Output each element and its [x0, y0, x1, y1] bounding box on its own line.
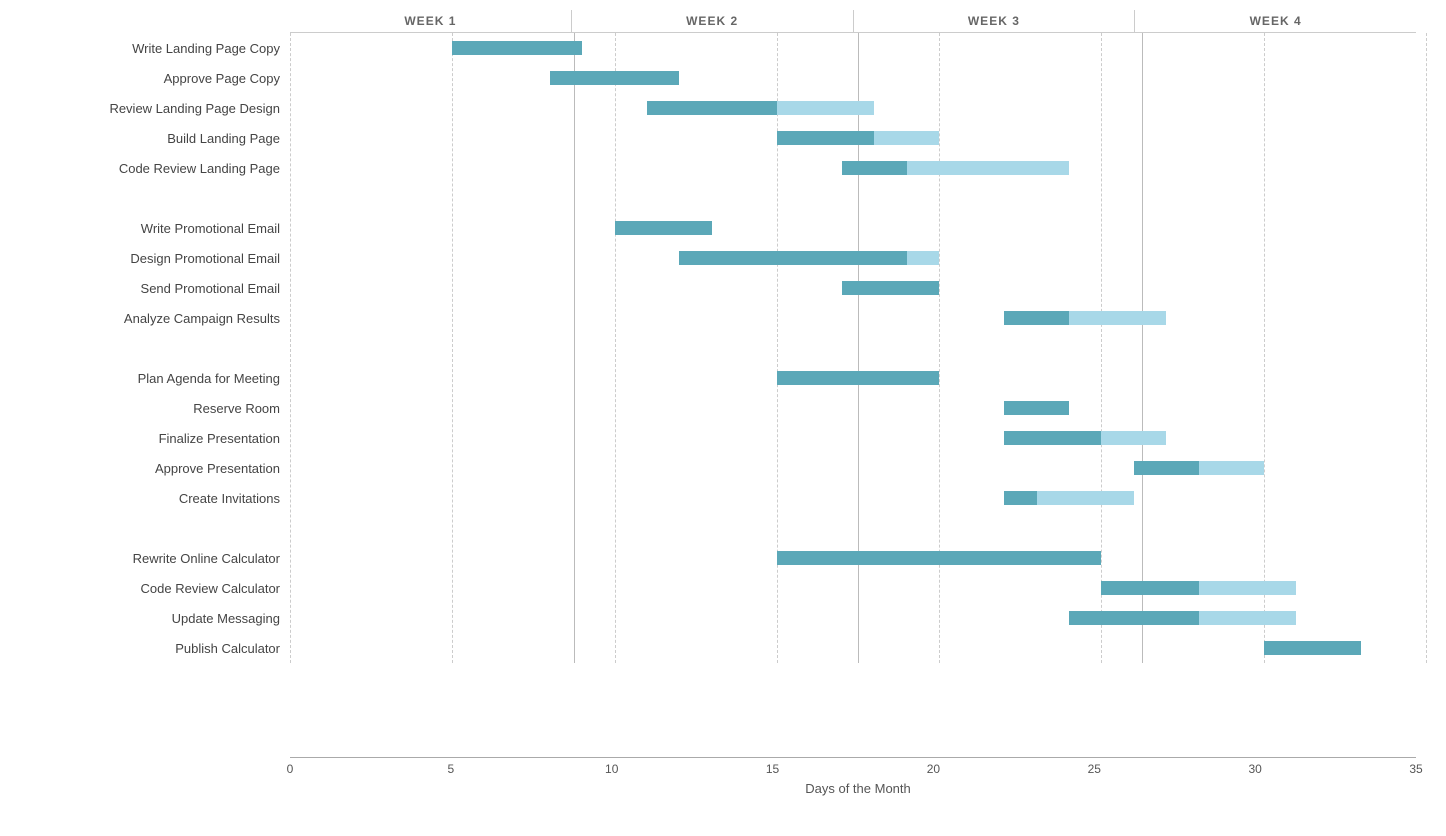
bar-light-segment — [1101, 431, 1166, 445]
spacer-label — [20, 333, 290, 363]
bar-dark-segment — [679, 251, 906, 265]
task-label: Finalize Presentation — [20, 423, 290, 453]
bar-light-segment — [1199, 581, 1296, 595]
bar-dark-segment — [452, 41, 582, 55]
bar-row — [290, 303, 1426, 333]
bar-dark-segment — [777, 551, 1102, 565]
bar-row — [290, 213, 1426, 243]
bar-light-segment — [907, 251, 939, 265]
bar-light-segment — [907, 161, 1069, 175]
bar-row — [290, 393, 1426, 423]
week-header-1: WEEK 1 — [290, 10, 572, 33]
bar-row — [290, 153, 1426, 183]
task-label: Approve Page Copy — [20, 63, 290, 93]
bar-dark-segment — [1069, 611, 1199, 625]
x-tick: 25 — [1088, 762, 1101, 776]
bar-row — [290, 93, 1426, 123]
bar-row — [290, 123, 1426, 153]
bar-dark-segment — [777, 371, 939, 385]
task-labels: Write Landing Page CopyApprove Page Copy… — [20, 33, 290, 663]
week-header-3: WEEK 3 — [854, 10, 1136, 33]
chart-container: WEEK 1 WEEK 2 WEEK 3 WEEK 4 Write Landin… — [0, 0, 1446, 836]
spacer-row — [290, 333, 1426, 363]
bar-row — [290, 63, 1426, 93]
task-label: Analyze Campaign Results — [20, 303, 290, 333]
bar-row — [290, 243, 1426, 273]
bar-dark-segment — [842, 281, 939, 295]
bar-dark-segment — [647, 101, 777, 115]
bar-dark-segment — [1004, 431, 1101, 445]
bar-light-segment — [1199, 611, 1296, 625]
task-label: Review Landing Page Design — [20, 93, 290, 123]
bar-dark-segment — [1004, 401, 1069, 415]
bar-light-segment — [874, 131, 939, 145]
bar-light-segment — [1199, 461, 1264, 475]
bar-dark-segment — [1264, 641, 1361, 655]
x-axis-label: Days of the Month — [290, 781, 1426, 796]
bar-row — [290, 453, 1426, 483]
task-label: Rewrite Online Calculator — [20, 543, 290, 573]
task-label: Write Landing Page Copy — [20, 33, 290, 63]
x-tick: 20 — [927, 762, 940, 776]
x-tick: 10 — [605, 762, 618, 776]
task-label: Plan Agenda for Meeting — [20, 363, 290, 393]
bar-dark-segment — [1134, 461, 1199, 475]
task-label: Build Landing Page — [20, 123, 290, 153]
spacer-row — [290, 183, 1426, 213]
x-axis: 05101520253035 — [290, 757, 1416, 777]
bar-row — [290, 483, 1426, 513]
bar-light-segment — [1069, 311, 1166, 325]
spacer-label — [20, 513, 290, 543]
task-label: Code Review Landing Page — [20, 153, 290, 183]
x-tick: 0 — [287, 762, 294, 776]
bar-dark-segment — [1101, 581, 1198, 595]
bar-row — [290, 33, 1426, 63]
bar-light-segment — [777, 101, 874, 115]
bar-dark-segment — [615, 221, 712, 235]
week-header-2: WEEK 2 — [572, 10, 854, 33]
task-label: Write Promotional Email — [20, 213, 290, 243]
bar-row — [290, 363, 1426, 393]
spacer-row — [290, 513, 1426, 543]
x-tick: 30 — [1248, 762, 1261, 776]
spacer-label — [20, 183, 290, 213]
bar-row — [290, 603, 1426, 633]
bar-dark-segment — [1004, 311, 1069, 325]
task-label: Send Promotional Email — [20, 273, 290, 303]
task-label: Approve Presentation — [20, 453, 290, 483]
bar-dark-segment — [550, 71, 680, 85]
bar-row — [290, 633, 1426, 663]
week-header-4: WEEK 4 — [1135, 10, 1416, 33]
task-label: Create Invitations — [20, 483, 290, 513]
task-label: Design Promotional Email — [20, 243, 290, 273]
bar-row — [290, 543, 1426, 573]
bar-dark-segment — [777, 131, 874, 145]
task-label: Publish Calculator — [20, 633, 290, 663]
task-label: Update Messaging — [20, 603, 290, 633]
grid-line — [1426, 33, 1427, 663]
bar-dark-segment — [842, 161, 907, 175]
task-label: Reserve Room — [20, 393, 290, 423]
bar-row — [290, 573, 1426, 603]
x-tick: 5 — [448, 762, 455, 776]
task-label: Code Review Calculator — [20, 573, 290, 603]
bar-row — [290, 423, 1426, 453]
bar-row — [290, 273, 1426, 303]
bar-dark-segment — [1004, 491, 1036, 505]
x-tick: 35 — [1409, 762, 1422, 776]
bar-light-segment — [1037, 491, 1134, 505]
chart-plot-area — [290, 33, 1426, 663]
x-tick: 15 — [766, 762, 779, 776]
